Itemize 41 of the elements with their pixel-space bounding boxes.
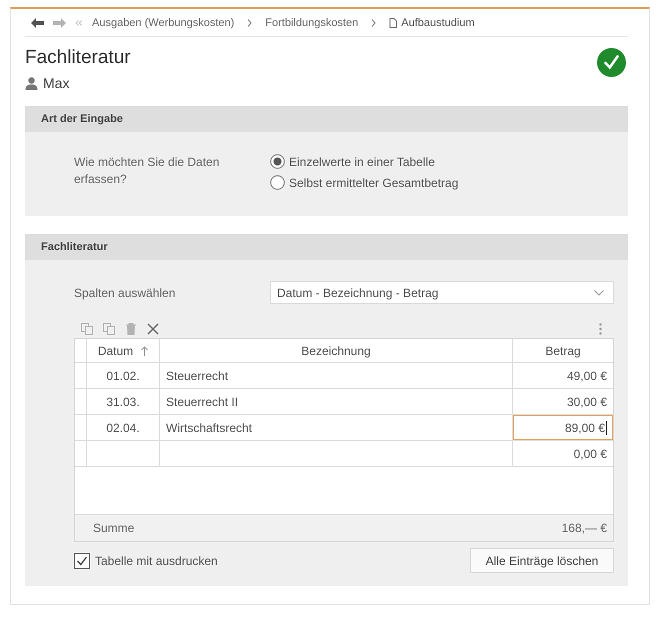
radio-option[interactable]: Selbst ermittelter Gesamtbetrag [270,175,614,190]
checkbox-icon[interactable] [74,552,90,568]
document-icon [389,18,398,28]
close-icon[interactable] [147,323,159,335]
person-name: Max [43,75,70,92]
person-icon [25,76,38,90]
section-header: Fachliteratur [25,234,628,260]
page-title: Fachliteratur [25,46,131,70]
question-text: Wie möchten Sie die Daten erfassen? [74,154,220,188]
print-checkbox[interactable]: Tabelle mit ausdrucken [74,552,218,568]
table-cell: 01.02. [87,363,160,388]
column-header[interactable]: Bezeichnung [160,339,513,362]
chevron-right-icon [247,18,252,27]
breadcrumb-link[interactable]: Ausgaben (Werbungskosten) [92,16,234,29]
clear-all-button[interactable]: Alle Einträge löschen [470,548,614,573]
table-cell: Steuerrecht II [160,389,513,414]
table-cell: Steuerrecht [160,363,513,388]
chevron-right-icon [371,18,376,27]
section-header: Art der Eingabe [25,106,628,132]
column-header[interactable]: Datum [87,339,160,362]
more-options-icon[interactable] [599,323,602,335]
amount-input[interactable]: 89,00 € [513,415,613,440]
total-label: Summe [93,521,134,535]
field-label: Spalten auswählen [74,286,176,300]
columns-dropdown[interactable]: Datum - Bezeichnung - Betrag [270,281,614,304]
radio-option[interactable]: Einzelwerte in einer Tabelle [270,154,614,169]
back-arrow-icon[interactable] [31,18,44,28]
column-header[interactable]: Betrag [513,339,613,362]
radio-icon[interactable] [270,175,285,190]
table-cell: 31.03. [87,389,160,414]
total-amount: 168,— € [562,521,607,535]
table-cell-text: 30,00 € [566,394,608,410]
table-cell: 02.04. [87,415,160,440]
breadcrumb-link[interactable]: Fortbildungskosten [265,16,358,29]
table-cell-text: 0,00 € [572,446,608,462]
radio-icon[interactable] [270,154,285,169]
table-cell-text: 49,00 € [566,368,608,384]
breadcrumb-link[interactable]: Aufbaustudium [401,16,475,29]
text-cursor [606,420,607,434]
table-cell: Wirtschaftsrecht [160,415,513,440]
chevron-down-icon [594,290,604,296]
